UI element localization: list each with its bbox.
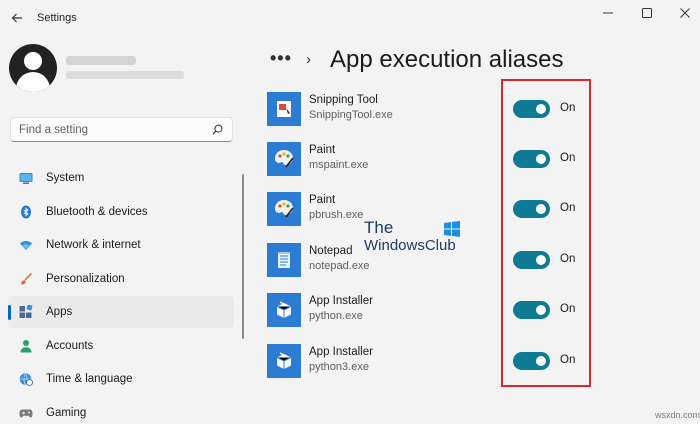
maximize-icon xyxy=(642,8,652,18)
snipping-tool-icon xyxy=(277,101,291,117)
app-tile xyxy=(267,92,301,126)
paint-palette-icon xyxy=(275,150,294,168)
watermark-line1: The xyxy=(364,218,394,237)
watermark-line2: WindowsClub xyxy=(364,237,456,254)
minimize-icon xyxy=(603,12,613,14)
app-exe: python3.exe xyxy=(309,361,369,373)
page-title: App execution aliases xyxy=(330,46,564,73)
app-exe: SnippingTool.exe xyxy=(309,109,393,121)
sidebar-item-gaming[interactable]: Gaming xyxy=(8,397,234,424)
avatar-head xyxy=(24,52,42,70)
sidebar-item-label: Gaming xyxy=(46,406,87,419)
search-box[interactable] xyxy=(10,117,233,142)
avatar-body xyxy=(16,72,50,92)
sidebar-item-label: Time & language xyxy=(46,373,133,385)
search-icon[interactable] xyxy=(212,124,223,135)
back-arrow-icon xyxy=(11,13,22,23)
sidebar-item-accounts[interactable]: Accounts xyxy=(8,330,234,362)
profile-email-redacted xyxy=(66,71,184,79)
sidebar-item-label: Apps xyxy=(46,306,73,318)
minimize-button[interactable] xyxy=(593,4,623,22)
brush-icon xyxy=(21,272,33,284)
close-button[interactable] xyxy=(670,4,700,22)
sidebar-item-network[interactable]: Network & internet xyxy=(8,229,234,261)
breadcrumb-chevron-icon: › xyxy=(306,51,311,68)
windowsclub-logo-icon xyxy=(444,221,460,237)
app-exe: python.exe xyxy=(309,310,363,322)
package-icon xyxy=(276,301,292,318)
sidebar-item-personalization[interactable]: Personalization xyxy=(8,263,234,295)
breadcrumb-more-button[interactable]: ••• xyxy=(270,48,292,69)
title-bar: Settings xyxy=(0,0,700,36)
person-icon xyxy=(20,339,32,352)
app-name: Paint xyxy=(309,144,336,156)
app-tile xyxy=(267,344,301,378)
search-input[interactable] xyxy=(19,122,209,137)
app-name: Notepad xyxy=(309,245,353,257)
sidebar-scrollbar[interactable] xyxy=(242,174,244,339)
globe-clock-icon xyxy=(19,372,33,386)
sidebar-item-bluetooth[interactable]: Bluetooth & devices xyxy=(8,196,234,228)
app-tile xyxy=(267,293,301,327)
back-button[interactable] xyxy=(6,7,28,29)
sidebar-item-label: Network & internet xyxy=(46,239,141,251)
sidebar-item-system[interactable]: System xyxy=(8,162,234,194)
app-name: Snipping Tool xyxy=(309,94,378,106)
avatar[interactable] xyxy=(9,44,57,92)
sidebar-item-label: Bluetooth & devices xyxy=(46,205,148,218)
app-exe: notepad.exe xyxy=(309,260,370,272)
highlight-box xyxy=(501,79,591,387)
footer-watermark: wsxdn.com xyxy=(655,410,700,420)
close-icon xyxy=(680,8,690,18)
sidebar-item-label: Personalization xyxy=(46,272,125,285)
sidebar-item-time-language[interactable]: Time & language xyxy=(8,363,234,395)
app-name: App Installer xyxy=(309,346,373,358)
app-exe: pbrush.exe xyxy=(309,209,364,221)
app-tile xyxy=(267,192,301,226)
app-name: Paint xyxy=(309,194,336,206)
app-title: Settings xyxy=(37,12,77,24)
paint-palette-icon xyxy=(275,200,294,218)
apps-icon xyxy=(19,305,33,318)
sidebar-nav: System Bluetooth & devices Network & int… xyxy=(8,162,234,424)
package-icon xyxy=(276,352,292,369)
sidebar-item-label: System xyxy=(46,172,85,184)
app-exe: mspaint.exe xyxy=(309,159,369,171)
wifi-icon xyxy=(20,241,32,250)
watermark: The WindowsClub xyxy=(364,218,460,254)
notepad-icon xyxy=(278,252,290,268)
sidebar-item-apps[interactable]: Apps xyxy=(8,296,234,328)
sidebar-item-label: Accounts xyxy=(46,339,94,352)
gamepad-icon xyxy=(19,409,33,417)
maximize-button[interactable] xyxy=(632,4,662,22)
monitor-icon xyxy=(19,173,33,184)
app-name: App Installer xyxy=(309,295,373,307)
app-tile xyxy=(267,243,301,277)
profile-name-redacted xyxy=(66,56,136,65)
app-tile xyxy=(267,142,301,176)
bluetooth-icon xyxy=(21,205,31,218)
